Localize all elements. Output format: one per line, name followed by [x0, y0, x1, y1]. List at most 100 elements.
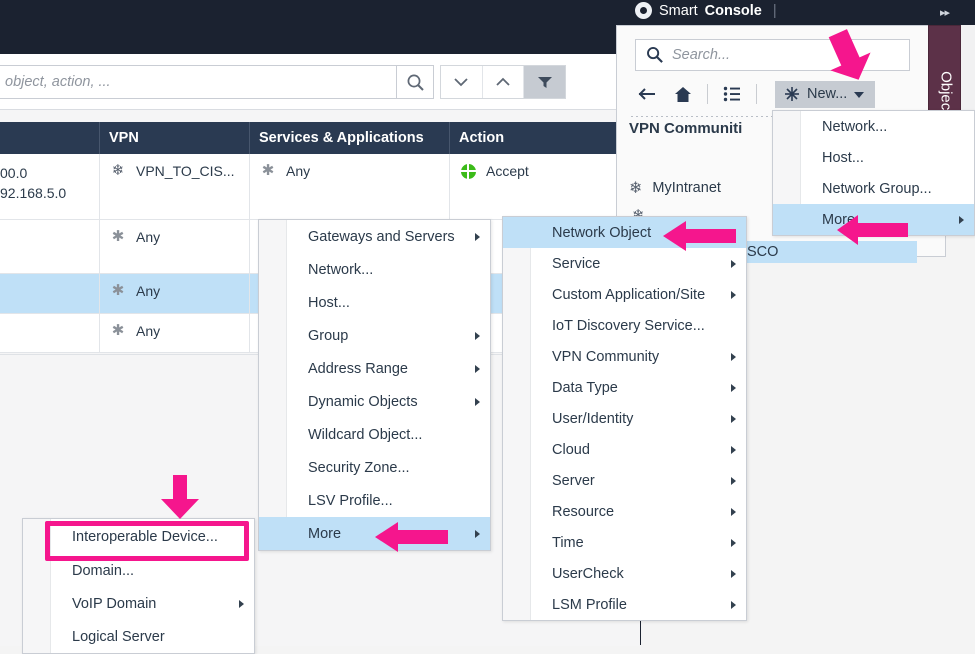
menu-item-label: Network...	[822, 118, 888, 135]
submenu-arrow-icon	[475, 364, 480, 373]
menu-item-label: Gateways and Servers	[308, 228, 455, 245]
objects-back-button[interactable]	[635, 82, 659, 106]
menu-item-data-type[interactable]: Data Type	[503, 372, 746, 403]
menu-item-label: IoT Discovery Service...	[552, 317, 705, 334]
policy-search-icon[interactable]	[396, 65, 434, 99]
menu-item-address-range[interactable]: Address Range	[259, 352, 490, 385]
menu-item-resource[interactable]: Resource	[503, 496, 746, 527]
menu-item-voip-domain[interactable]: VoIP Domain	[23, 587, 254, 620]
menu-item-gateways-and-servers[interactable]: Gateways and Servers	[259, 220, 490, 253]
cell-action: Accept	[486, 163, 529, 179]
objects-toolbar: New...	[635, 79, 925, 109]
menu-item-network-object[interactable]: Network Object	[503, 217, 746, 248]
filter-icon	[537, 77, 552, 88]
app-title-light: Smart	[659, 2, 698, 19]
column-header-services[interactable]: Services & Applications	[250, 122, 450, 154]
objects-home-button[interactable]	[671, 82, 695, 106]
table-row[interactable]: 00.0 92.168.5.0 ❄ VPN_TO_CIS... ✱ Any Ac…	[0, 154, 640, 220]
menu-item-vpn-community[interactable]: VPN Community	[503, 341, 746, 372]
menu-item-label: Custom Application/Site	[552, 286, 706, 303]
menu-item-more[interactable]: More	[259, 517, 490, 550]
any-asterisk-icon: ✱	[111, 282, 125, 299]
any-asterisk-icon: ✱	[261, 162, 275, 179]
menu-item-iot-discovery-service[interactable]: IoT Discovery Service...	[503, 310, 746, 341]
annotation-highlight-box	[45, 521, 249, 561]
menu-item-wildcard-object[interactable]: Wildcard Object...	[259, 418, 490, 451]
cell-vpn: Any	[136, 283, 161, 299]
vpn-community-icon: ❄	[111, 162, 125, 179]
submenu-arrow-icon	[731, 600, 736, 609]
menu-item-host[interactable]: Host...	[259, 286, 490, 319]
objects-list-item-cisco[interactable]: SCO	[745, 241, 917, 263]
search-icon	[647, 47, 663, 63]
menu-item-label: VPN Community	[552, 348, 660, 365]
menu-item-host[interactable]: Host...	[773, 142, 974, 173]
menu-item-lsm-profile[interactable]: LSM Profile	[503, 589, 746, 620]
submenu-arrow-icon	[731, 383, 736, 392]
menu-item-label: Domain...	[72, 563, 135, 579]
menu-item-server[interactable]: Server	[503, 465, 746, 496]
menu-item-label: Logical Server	[72, 628, 165, 645]
menu-item-group[interactable]: Group	[259, 319, 490, 352]
title-separator: |	[772, 2, 777, 19]
arrow-left-icon	[638, 88, 655, 100]
menu-item-security-zone[interactable]: Security Zone...	[259, 451, 490, 484]
network-object-submenu-menu: Gateways and Servers Network... Host... …	[258, 219, 491, 551]
menu-item-usercheck[interactable]: UserCheck	[503, 558, 746, 589]
menu-item-label: Cloud	[552, 441, 590, 458]
objects-search-placeholder: Search...	[672, 47, 731, 63]
search-icon	[407, 74, 424, 91]
cell-source-line-1: 00.0	[0, 165, 28, 181]
column-header-action[interactable]: Action	[450, 122, 640, 154]
new-object-asterisk-icon	[785, 87, 799, 101]
find-next-button[interactable]	[483, 66, 525, 98]
column-header-vpn[interactable]: VPN	[100, 122, 250, 154]
menu-item-label: Time	[552, 534, 584, 551]
caret-down-icon	[854, 91, 865, 98]
menu-item-cloud[interactable]: Cloud	[503, 434, 746, 465]
objects-list-view-button[interactable]	[720, 82, 744, 106]
submenu-arrow-icon	[731, 507, 736, 516]
menu-item-label: Network Object	[552, 224, 652, 241]
menu-item-user-identity[interactable]: User/Identity	[503, 403, 746, 434]
submenu-arrow-icon	[731, 290, 736, 299]
menu-item-label: More	[822, 211, 856, 228]
menu-item-network-group[interactable]: Network Group...	[773, 173, 974, 204]
menu-item-logical-server[interactable]: Logical Server	[23, 620, 254, 653]
objects-search-input[interactable]: Search...	[635, 39, 910, 71]
menu-item-label: Security Zone...	[308, 459, 410, 476]
submenu-arrow-icon	[731, 259, 736, 268]
any-asterisk-icon: ✱	[111, 322, 125, 339]
menu-item-label: Wildcard Object...	[308, 426, 423, 443]
app-title-bold: Console	[704, 2, 762, 19]
menu-item-time[interactable]: Time	[503, 527, 746, 558]
objects-group-title: VPN Communiti	[629, 120, 743, 137]
app-title: Smart Console |	[635, 0, 975, 21]
more-submenu-menu: Network Object Service Custom Applicatio…	[502, 216, 747, 621]
list-item[interactable]: ❄ MyIntranet	[629, 178, 721, 198]
menu-item-custom-application-site[interactable]: Custom Application/Site	[503, 279, 746, 310]
checkpoint-logo-icon	[635, 2, 652, 19]
policy-search-input[interactable]: object, action, ...	[0, 65, 400, 99]
filter-button[interactable]	[524, 66, 566, 98]
menu-item-lsv-profile[interactable]: LSV Profile...	[259, 484, 490, 517]
menu-item-more[interactable]: More	[773, 204, 974, 235]
find-previous-button[interactable]	[441, 66, 483, 98]
menu-item-network[interactable]: Network...	[773, 111, 974, 142]
menu-item-label: Resource	[552, 503, 615, 520]
submenu-arrow-icon	[731, 352, 736, 361]
submenu-arrow-icon	[475, 397, 480, 406]
submenu-arrow-icon	[959, 215, 964, 224]
new-object-button[interactable]: New...	[775, 80, 876, 108]
submenu-arrow-icon	[731, 414, 736, 423]
menu-item-service[interactable]: Service	[503, 248, 746, 279]
chevron-down-icon	[454, 78, 468, 87]
cell-source-line-2: 92.168.5.0	[0, 185, 67, 201]
list-item-label: MyIntranet	[652, 180, 721, 196]
menu-item-network[interactable]: Network...	[259, 253, 490, 286]
cell-vpn: Any	[136, 229, 161, 245]
column-header-source[interactable]	[0, 122, 100, 154]
menu-item-label: UserCheck	[552, 565, 624, 582]
menu-item-dynamic-objects[interactable]: Dynamic Objects	[259, 385, 490, 418]
objects-collapse-button[interactable]: ▸▸	[928, 0, 961, 25]
